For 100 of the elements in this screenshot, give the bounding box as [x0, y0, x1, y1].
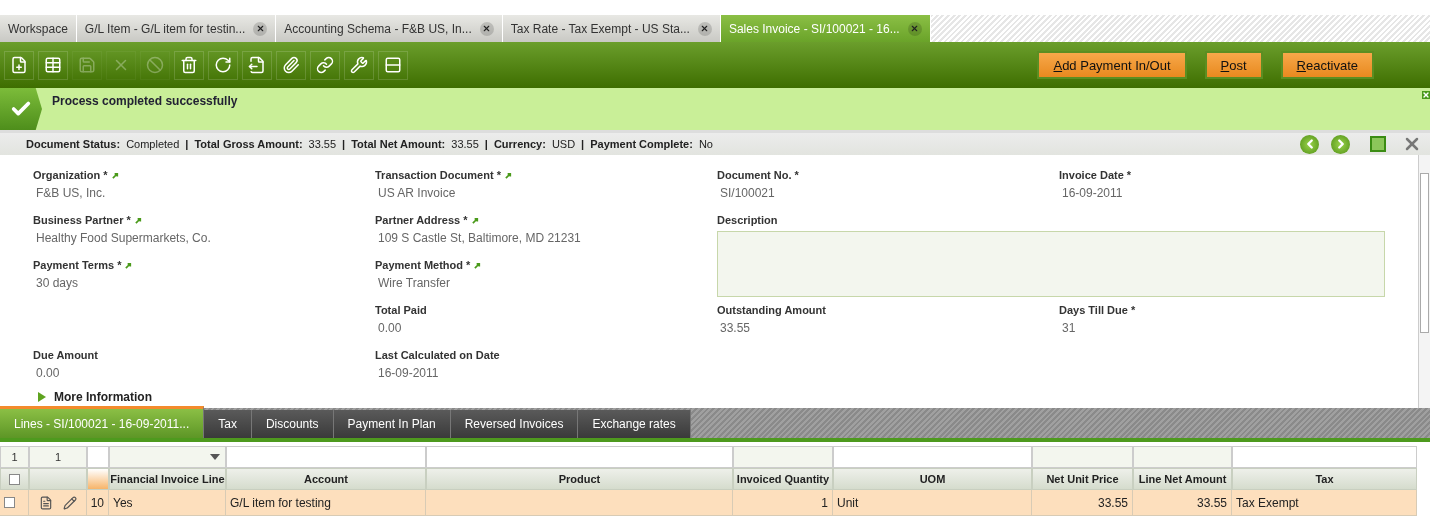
- status-label: Document Status:: [26, 138, 121, 150]
- arrow-icon[interactable]: [474, 261, 482, 269]
- column-header[interactable]: Invoiced Quantity: [733, 468, 833, 490]
- sub-tab[interactable]: Reversed Invoices: [450, 410, 579, 438]
- message-text: Process completed successfully: [51, 93, 239, 110]
- action-button[interactable]: Reactivate: [1280, 51, 1374, 79]
- layout-icon[interactable]: [384, 56, 402, 74]
- column-header[interactable]: Account: [226, 468, 426, 490]
- field-label: Transaction Document *: [375, 169, 501, 181]
- select-all-checkbox[interactable]: [9, 473, 20, 485]
- refresh-button[interactable]: [208, 50, 238, 80]
- sub-tab[interactable]: Tax: [204, 410, 252, 438]
- sub-tab[interactable]: Discounts: [251, 410, 334, 438]
- column-header[interactable]: Net Unit Price: [1032, 468, 1133, 490]
- refresh-icon[interactable]: [214, 56, 232, 74]
- separator: |: [185, 138, 189, 150]
- column-header[interactable]: Tax: [1232, 468, 1417, 490]
- field-value: Healthy Food Supermarkets, Co.: [35, 231, 212, 245]
- field-value: 31: [1061, 321, 1077, 335]
- wrench-button[interactable]: [344, 50, 374, 80]
- export-icon[interactable]: [248, 56, 266, 74]
- window-tab[interactable]: Tax Rate - Tax Exempt - US Sta...: [502, 15, 721, 42]
- field-label: Payment Method *: [375, 259, 471, 271]
- table-cell: 1: [733, 490, 833, 516]
- caret-icon[interactable]: [209, 453, 221, 461]
- header-cell: [87, 468, 109, 490]
- new-document-icon[interactable]: [10, 56, 28, 74]
- field-value: 0.00: [35, 366, 61, 380]
- new-row-button[interactable]: [38, 50, 68, 80]
- table-cell: 33.55: [1133, 490, 1232, 516]
- separator: |: [342, 138, 346, 150]
- field-label: Last Calculated on Date: [375, 349, 500, 361]
- arrow-icon[interactable]: [111, 171, 119, 179]
- separator: |: [484, 138, 488, 150]
- filter-field[interactable]: [426, 446, 733, 468]
- sub-tab[interactable]: Exchange rates: [578, 410, 691, 438]
- field-value: 30 days: [35, 276, 80, 290]
- window-tab[interactable]: Workspace: [0, 15, 77, 42]
- description-field[interactable]: [717, 231, 1385, 297]
- column-header[interactable]: Product: [426, 468, 733, 490]
- status-label: Currency:: [493, 138, 546, 150]
- edit-icon[interactable]: [62, 495, 77, 510]
- filter-cell: [87, 446, 109, 468]
- attachment-icon[interactable]: [282, 56, 300, 74]
- row-checkbox[interactable]: [4, 497, 15, 508]
- field-label: Due Amount: [33, 349, 98, 361]
- attachment-button[interactable]: [276, 50, 306, 80]
- field-label: Business Partner *: [33, 214, 131, 226]
- wrench-icon[interactable]: [350, 56, 368, 74]
- field-value: 0.00: [377, 321, 403, 335]
- expand-icon[interactable]: [38, 392, 46, 402]
- field-label: Payment Terms *: [33, 259, 122, 271]
- column-header[interactable]: Line Net Amount: [1133, 468, 1232, 490]
- field-label: Outstanding Amount: [717, 304, 826, 316]
- link-button[interactable]: [310, 50, 340, 80]
- document-icon[interactable]: [38, 495, 53, 510]
- arrow-icon[interactable]: [471, 216, 479, 224]
- field-label: Organization *: [33, 169, 108, 181]
- status-value: 33.55: [451, 138, 479, 150]
- filter-field[interactable]: [1232, 446, 1417, 468]
- arrow-icon[interactable]: [125, 261, 133, 269]
- action-button[interactable]: Post: [1204, 51, 1263, 79]
- field-label: Invoice Date *: [1059, 169, 1132, 181]
- new-document-button[interactable]: [4, 50, 34, 80]
- field-value: 33.55: [719, 321, 752, 335]
- field-value: US AR Invoice: [377, 186, 457, 200]
- link-icon[interactable]: [316, 56, 334, 74]
- field-label: Total Paid: [375, 304, 427, 316]
- field-value: 16-09-2011: [1061, 186, 1124, 200]
- row-count: 1: [0, 446, 29, 468]
- layout-button[interactable]: [378, 50, 408, 80]
- column-header[interactable]: Financial Invoice Line: [109, 468, 226, 490]
- arrow-icon[interactable]: [134, 216, 142, 224]
- sub-tab[interactable]: Payment In Plan: [333, 410, 451, 438]
- table-cell: Tax Exempt: [1232, 490, 1417, 516]
- export-button[interactable]: [242, 50, 272, 80]
- table-cell: Unit: [833, 490, 1032, 516]
- trash-icon[interactable]: [180, 56, 198, 74]
- field-value: F&B US, Inc.: [35, 186, 107, 200]
- field-label: Document No. *: [717, 169, 799, 181]
- separator: |: [581, 138, 585, 150]
- field-label: Days Till Due *: [1059, 304, 1136, 316]
- window-tab[interactable]: G/L Item - G/L item for testin...: [76, 15, 277, 42]
- filter-field[interactable]: [226, 446, 426, 468]
- status-label: Payment Complete:: [590, 138, 693, 150]
- filter-field[interactable]: [833, 446, 1032, 468]
- field-label: Description: [717, 214, 778, 226]
- status-value: Completed: [126, 138, 180, 150]
- new-row-icon[interactable]: [44, 56, 62, 74]
- column-header[interactable]: UOM: [833, 468, 1032, 490]
- arrow-icon[interactable]: [504, 171, 512, 179]
- status-value: No: [698, 138, 713, 150]
- field-value: SI/100021: [719, 186, 776, 200]
- action-button[interactable]: Add Payment In/Out: [1037, 51, 1187, 79]
- status-label: Total Net Amount:: [351, 138, 446, 150]
- window-tab[interactable]: Accounting Schema - F&B US, In...: [276, 15, 503, 42]
- trash-button[interactable]: [174, 50, 204, 80]
- status-value: 33.55: [308, 138, 337, 150]
- field-label: Partner Address *: [375, 214, 468, 226]
- section-title[interactable]: More Information: [54, 390, 152, 404]
